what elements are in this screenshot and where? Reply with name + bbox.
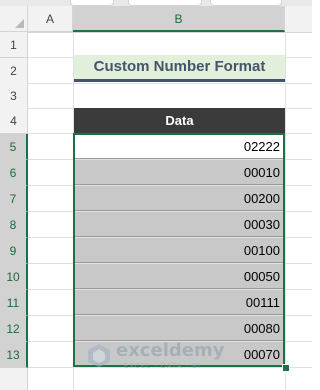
data-cell-b10[interactable]: 00050 bbox=[74, 264, 285, 289]
row-header-1[interactable]: 1 bbox=[0, 32, 28, 58]
data-header-cell[interactable]: Data bbox=[74, 108, 285, 133]
data-cell-b13[interactable]: 00070 bbox=[74, 342, 285, 367]
data-cell-b12[interactable]: 00080 bbox=[74, 316, 285, 341]
row-header-2[interactable]: 2 bbox=[0, 58, 28, 84]
title-cell[interactable]: Custom Number Format bbox=[74, 55, 285, 82]
row-header-6[interactable]: 6 bbox=[0, 160, 28, 186]
row-header-7[interactable]: 7 bbox=[0, 186, 28, 212]
data-cell-b6[interactable]: 00010 bbox=[74, 160, 285, 185]
data-cell-b8[interactable]: 00030 bbox=[74, 212, 285, 237]
row-header-10[interactable]: 10 bbox=[0, 264, 28, 290]
row-header-8[interactable]: 8 bbox=[0, 212, 28, 238]
row-header-13[interactable]: 13 bbox=[0, 342, 28, 368]
column-header-a[interactable]: A bbox=[28, 6, 73, 32]
row-header-3[interactable]: 3 bbox=[0, 83, 28, 109]
fill-handle[interactable] bbox=[282, 364, 290, 372]
select-all-button[interactable] bbox=[0, 6, 28, 32]
row-header-9[interactable]: 9 bbox=[0, 238, 28, 264]
row-header-11[interactable]: 11 bbox=[0, 290, 28, 316]
select-all-icon bbox=[15, 19, 24, 28]
data-cell-b11[interactable]: 00111 bbox=[74, 290, 285, 315]
row-header-overflow bbox=[0, 368, 28, 390]
data-cell-b5[interactable]: 02222 bbox=[74, 134, 285, 159]
row-header-4[interactable]: 4 bbox=[0, 108, 28, 134]
row-header-12[interactable]: 12 bbox=[0, 316, 28, 342]
gridline bbox=[28, 367, 312, 368]
row-header-5[interactable]: 5 bbox=[0, 134, 28, 160]
column-header-b[interactable]: B bbox=[73, 6, 285, 32]
data-cell-b7[interactable]: 00200 bbox=[74, 186, 285, 211]
spreadsheet: A B 1 2 3 4 5 6 7 8 9 10 11 12 13 Custom… bbox=[0, 0, 312, 390]
data-cell-b9[interactable]: 00100 bbox=[74, 238, 285, 263]
gridline bbox=[28, 83, 312, 84]
